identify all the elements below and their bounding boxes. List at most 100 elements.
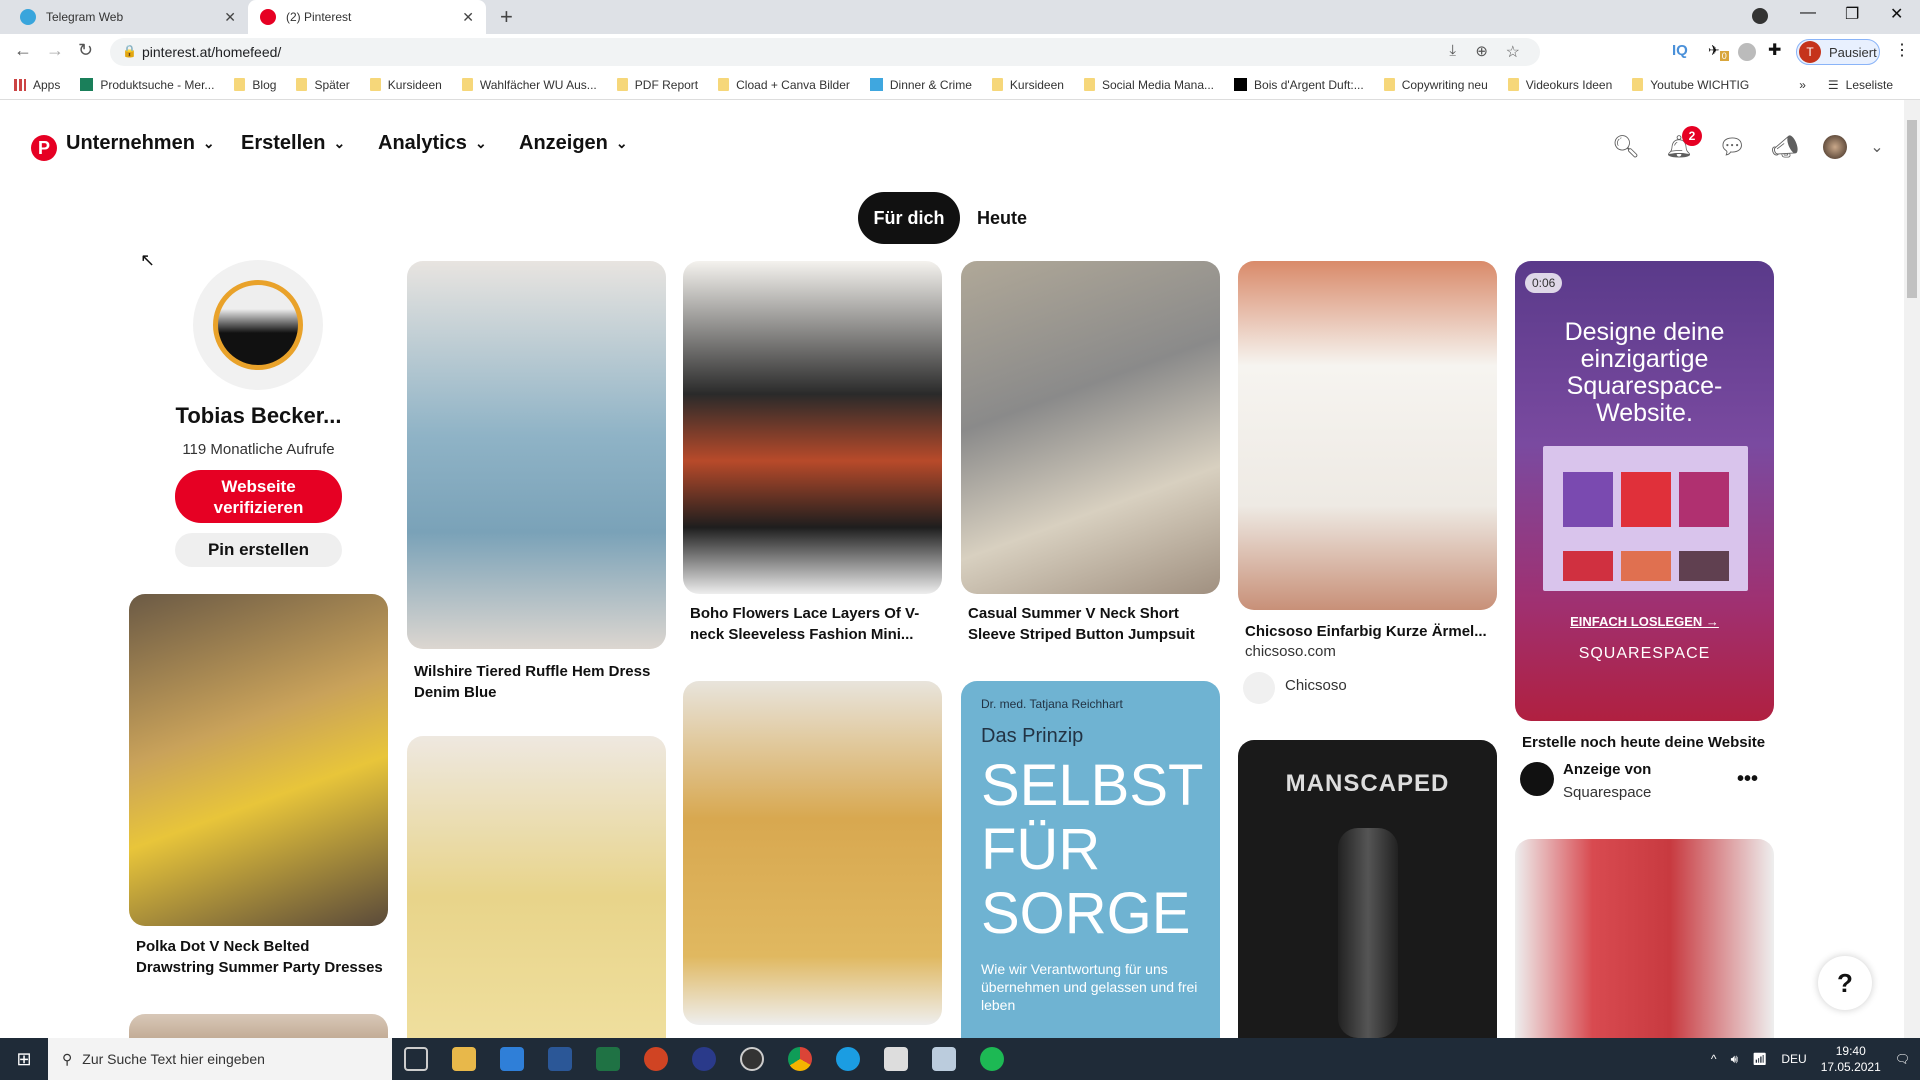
- ad-advertiser[interactable]: Squarespace: [1563, 784, 1651, 801]
- pin-title[interactable]: Wilshire Tiered Ruffle Hem Dress Denim B…: [414, 661, 662, 703]
- iq-extension-icon[interactable]: IQ: [1672, 42, 1688, 59]
- word-icon[interactable]: [548, 1047, 572, 1071]
- bookmark[interactable]: Social Media Mana...: [1083, 78, 1214, 92]
- bookmark[interactable]: Wahlfächer WU Aus...: [461, 78, 597, 92]
- star-icon[interactable]: ☆: [1506, 42, 1520, 62]
- more-options-icon[interactable]: •••: [1737, 768, 1758, 791]
- minimize-button[interactable]: —: [1800, 4, 1816, 22]
- bookmark[interactable]: Kursideen: [369, 78, 442, 92]
- puzzle-icon[interactable]: ✚: [1768, 40, 1781, 60]
- bookmark[interactable]: Cload + Canva Bilder: [718, 78, 850, 92]
- reading-list[interactable]: ☰ Leseliste: [1828, 78, 1893, 92]
- obs-icon[interactable]: [740, 1047, 764, 1071]
- megaphone-icon[interactable]: 📣︎: [1770, 132, 1800, 162]
- scrollbar[interactable]: [1904, 100, 1920, 1038]
- bookmark[interactable]: PDF Report: [616, 78, 698, 92]
- messages-icon[interactable]: 💬︎: [1717, 132, 1747, 162]
- chrome-icon[interactable]: [788, 1047, 812, 1071]
- bookmark[interactable]: Blog: [234, 78, 276, 92]
- app-icon[interactable]: [692, 1047, 716, 1071]
- pin-image[interactable]: [1515, 839, 1774, 1059]
- pin-image[interactable]: [407, 261, 666, 649]
- bookmark[interactable]: Copywriting neu: [1383, 78, 1488, 92]
- scrollbar-thumb[interactable]: [1907, 120, 1917, 298]
- extension-icon[interactable]: ✈ 0: [1708, 42, 1729, 61]
- ad-title[interactable]: Erstelle noch heute deine Website: [1522, 732, 1770, 753]
- chevron-down-icon[interactable]: ⌄: [1862, 132, 1892, 162]
- new-tab-button[interactable]: +: [500, 4, 513, 30]
- nav-analytics[interactable]: Analytics ⌄: [378, 132, 487, 155]
- wifi-icon[interactable]: 📶︎: [1752, 1052, 1767, 1066]
- ad-video[interactable]: 0:06 Designe deine einzigartige Squaresp…: [1515, 261, 1774, 721]
- zoom-icon[interactable]: ⊕: [1475, 42, 1488, 60]
- tab-pinterest[interactable]: (2) Pinterest ✕: [248, 0, 486, 34]
- profile-button[interactable]: T Pausiert: [1796, 39, 1880, 65]
- taskbar-search[interactable]: ⚲ Zur Suche Text hier eingeben: [48, 1038, 392, 1080]
- ad-cta[interactable]: EINFACH LOSLEGEN →: [1515, 614, 1774, 629]
- pinterest-logo[interactable]: P: [31, 135, 57, 161]
- pin-image[interactable]: MANSCAPED: [1238, 740, 1497, 1060]
- address-bar[interactable]: 🔒 pinterest.at/homefeed/ ☆ ⊕ ⤓: [110, 38, 1540, 66]
- excel-icon[interactable]: [596, 1047, 620, 1071]
- bookmark[interactable]: Später: [296, 78, 350, 92]
- more-bookmarks-icon[interactable]: »: [1799, 78, 1806, 92]
- verify-website-button[interactable]: Webseite verifizieren: [175, 470, 342, 523]
- volume-icon[interactable]: 🔊︎: [1731, 1052, 1739, 1067]
- profile-avatar-frame[interactable]: [193, 260, 323, 390]
- mail-icon[interactable]: [500, 1047, 524, 1071]
- bookmark[interactable]: Videokurs Ideen: [1507, 78, 1612, 92]
- pin-title[interactable]: Boho Flowers Lace Layers Of V-neck Sleev…: [690, 603, 938, 645]
- nav-erstellen[interactable]: Erstellen ⌄: [241, 132, 345, 155]
- file-explorer-icon[interactable]: [452, 1047, 476, 1071]
- bookmark-apps[interactable]: Apps: [14, 78, 60, 92]
- search-icon[interactable]: 🔍︎: [1611, 132, 1641, 162]
- pin-title[interactable]: Chicsoso Einfarbig Kurze Ärmel...: [1245, 621, 1493, 642]
- pin-image[interactable]: [683, 681, 942, 1025]
- bookmark[interactable]: Produktsuche - Mer...: [80, 78, 214, 92]
- close-tab-icon[interactable]: ✕: [224, 9, 236, 26]
- edge-icon[interactable]: [836, 1047, 860, 1071]
- task-view-icon[interactable]: [404, 1047, 428, 1071]
- source-avatar[interactable]: [1243, 672, 1275, 704]
- install-icon[interactable]: ⤓: [1449, 42, 1456, 59]
- bell-icon[interactable]: 🔔︎ 2: [1664, 126, 1702, 162]
- squarespace-avatar[interactable]: [1520, 762, 1554, 796]
- tab-heute[interactable]: Heute: [970, 192, 1034, 244]
- app-icon[interactable]: [932, 1047, 956, 1071]
- app-icon[interactable]: [884, 1047, 908, 1071]
- pin-image[interactable]: [961, 261, 1220, 594]
- clock[interactable]: 19:40 17.05.2021: [1821, 1043, 1881, 1075]
- pin-image[interactable]: [129, 594, 388, 926]
- menu-icon[interactable]: ⋮: [1894, 40, 1910, 60]
- pin-title[interactable]: Polka Dot V Neck Belted Drawstring Summe…: [136, 936, 384, 978]
- spotify-icon[interactable]: [980, 1047, 1004, 1071]
- pin-image[interactable]: [683, 261, 942, 594]
- nav-unternehmen[interactable]: Unternehmen ⌄: [66, 132, 215, 155]
- bookmark[interactable]: Kursideen: [991, 78, 1064, 92]
- close-window-button[interactable]: ✕: [1890, 4, 1903, 24]
- pin-image[interactable]: [407, 736, 666, 1056]
- reload-icon[interactable]: ↻: [78, 40, 93, 61]
- adblock-icon[interactable]: [1738, 43, 1756, 61]
- back-icon[interactable]: ←: [14, 40, 32, 61]
- book-pin-image[interactable]: Dr. med. Tatjana Reichhart Das Prinzip S…: [961, 681, 1220, 1061]
- pin-title[interactable]: Casual Summer V Neck Short Sleeve Stripe…: [968, 603, 1216, 645]
- pin-source[interactable]: Chicsoso: [1285, 677, 1347, 694]
- tab-telegram[interactable]: Telegram Web ✕: [8, 0, 248, 34]
- forward-icon[interactable]: →: [46, 40, 64, 61]
- close-tab-icon[interactable]: ✕: [462, 9, 474, 26]
- profile-name[interactable]: Tobias Becker...: [129, 403, 388, 429]
- bookmark[interactable]: Youtube WICHTIG: [1632, 78, 1749, 92]
- bookmark[interactable]: Dinner & Crime: [869, 78, 972, 92]
- tab-fuer-dich[interactable]: Für dich: [858, 192, 960, 244]
- tray-chevron-icon[interactable]: ^: [1711, 1052, 1717, 1066]
- help-button[interactable]: ?: [1818, 956, 1872, 1010]
- powerpoint-icon[interactable]: [644, 1047, 668, 1071]
- nav-anzeigen[interactable]: Anzeigen ⌄: [519, 132, 628, 155]
- windows-start-icon[interactable]: ⊞: [0, 1049, 48, 1070]
- language-indicator[interactable]: DEU: [1781, 1052, 1806, 1066]
- maximize-button[interactable]: ❐: [1845, 4, 1859, 24]
- pin-image[interactable]: [1238, 261, 1497, 610]
- notifications-icon[interactable]: 🗨︎: [1895, 1052, 1910, 1066]
- tab-search-icon[interactable]: [1752, 8, 1768, 24]
